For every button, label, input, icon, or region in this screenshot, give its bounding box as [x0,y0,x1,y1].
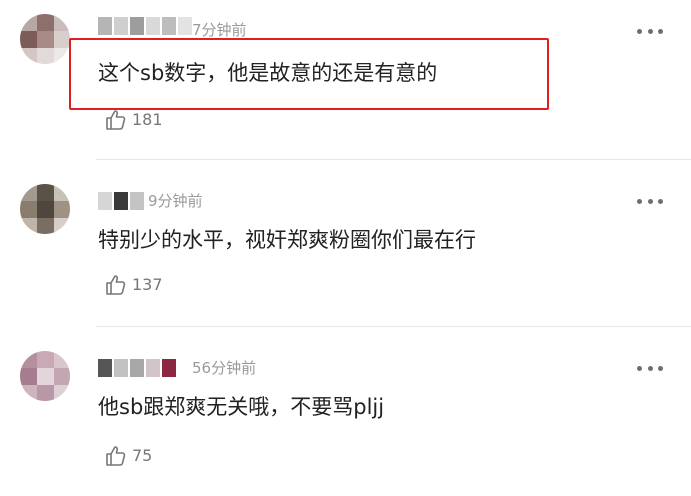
like-count: 181 [132,110,163,129]
thumbs-up-icon [106,275,126,295]
thumbs-up-icon [106,110,126,130]
comment-text: 他sb跟郑爽无关哦，不要骂pljj [98,395,385,419]
more-dots-icon[interactable] [637,27,663,35]
thumbs-up-icon [106,446,126,466]
comment-time: 9分钟前 [148,192,203,210]
like-button[interactable]: 75 [104,444,152,468]
comment-item: 9分钟前 特别少的水平，视奸郑爽粉圈你们最在行 137 [0,160,691,326]
like-button[interactable]: 137 [104,273,163,297]
avatar[interactable] [20,351,70,401]
comment-text: 特别少的水平，视奸郑爽粉圈你们最在行 [98,228,476,252]
username-blurred[interactable] [98,17,192,35]
comment-item: 56分钟前 他sb跟郑爽无关哦，不要骂pljj 75 [0,327,691,496]
like-count: 137 [132,275,163,294]
avatar[interactable] [20,14,70,64]
like-count: 75 [132,446,153,465]
more-dots-icon[interactable] [637,364,663,372]
avatar[interactable] [20,184,70,234]
like-button[interactable]: 181 [104,108,163,132]
more-dots-icon[interactable] [637,197,663,205]
comment-time: 56分钟前 [192,359,257,377]
comment-time: 7分钟前 [192,21,247,39]
username-blurred[interactable] [98,192,144,210]
highlight-box [69,38,549,110]
username-blurred[interactable] [98,359,176,377]
